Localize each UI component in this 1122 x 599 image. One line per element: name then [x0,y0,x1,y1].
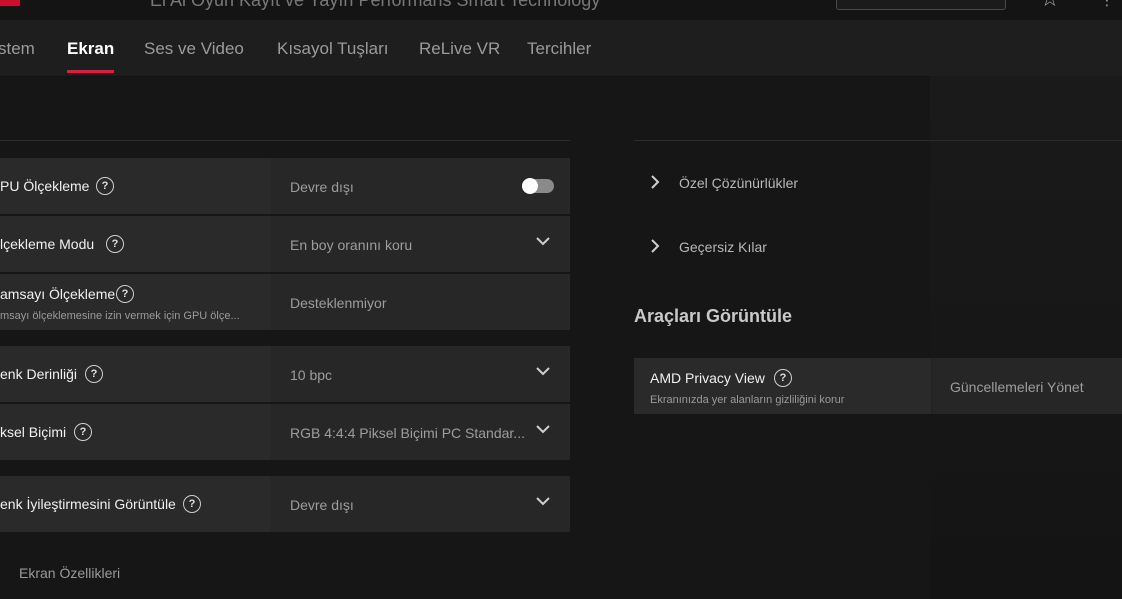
pixel-format-row: ksel Biçimi ? RGB 4:4:4 Piksel Biçimi PC… [0,404,570,460]
help-icon[interactable]: ? [183,495,201,513]
view-tools-heading: Araçları Görüntüle [634,306,793,326]
amd-logo-icon[interactable] [0,0,20,6]
chevron-down-icon [536,367,550,376]
tab-system[interactable]: stem [0,39,35,59]
color-depth-label-cell: enk Derinliği ? [0,346,271,402]
scaling-mode-label-cell: lçekleme Modu ? [0,216,271,272]
color-enhancement-dropdown[interactable]: Devre dışı [273,476,570,532]
integer-scaling-value: Desteklenmiyor [290,295,387,311]
chevron-down-icon [536,237,550,246]
divider [634,140,1122,141]
top-nav-items[interactable]: Ei Ai Oyun Kayıt ve Yayın Performans Sma… [150,0,600,11]
pixel-format-dropdown[interactable]: RGB 4:4:4 Piksel Biçimi PC Standar... [273,404,570,460]
chevron-right-icon[interactable] [650,175,660,189]
color-depth-value: 10 bpc [290,367,333,383]
gpu-scaling-label: PU Ölçekleme [0,178,90,194]
chevron-down-icon [536,425,550,434]
color-depth-label: enk Derinliği [0,366,78,382]
integer-scaling-label-cell: amsayı Ölçekleme ? msayı ölçeklemesine i… [0,274,271,330]
color-depth-row: enk Derinliği ? 10 bpc [0,346,570,402]
gpu-scaling-row: PU Ölçekleme ? Devre dışı [0,158,570,214]
color-enhancement-row: enk İyileştirmesini Görüntüle ? Devre dı… [0,476,570,532]
tab-display[interactable]: Ekran [67,39,115,73]
color-enhancement-label: enk İyileştirmesini Görüntüle [0,496,176,512]
active-tab-indicator [67,70,115,73]
integer-scaling-label: amsayı Ölçekleme [0,286,116,302]
gpu-scaling-toggle[interactable] [522,178,554,194]
help-icon[interactable]: ? [85,365,103,383]
manage-updates-label: Güncellemeleri Yönet [950,379,1084,395]
more-icon[interactable]: ⋮ [1100,0,1114,9]
help-icon[interactable]: ? [96,177,114,195]
help-icon[interactable]: ? [74,423,92,441]
scaling-mode-row: lçekleme Modu ? En boy oranını koru [0,216,570,272]
color-enhancement-value: Devre dışı [290,497,354,513]
privacy-view-label-cell: AMD Privacy View ? Ekranınızda yer alanl… [634,358,931,414]
manage-updates-button[interactable]: Güncellemeleri Yönet [933,358,1122,414]
privacy-view-subtitle: Ekranınızda yer alanların gizliliğini ko… [650,394,845,406]
help-icon[interactable]: ? [116,285,134,303]
pixel-format-label: ksel Biçimi [0,424,67,440]
chevron-right-icon[interactable] [650,239,660,253]
top-nav-bar: Ei Ai Oyun Kayıt ve Yayın Performans Sma… [0,0,1122,21]
color-enhancement-label-cell: enk İyileştirmesini Görüntüle ? [0,476,271,532]
color-depth-dropdown[interactable]: 10 bpc [273,346,570,402]
search-input[interactable] [836,0,1006,10]
chevron-down-icon [536,497,550,506]
toggle-knob [522,178,538,194]
gpu-scaling-value: Devre dışı [290,179,354,195]
tab-preferences[interactable]: Tercihler [527,39,591,59]
tab-audio-video[interactable]: Ses ve Video [144,39,244,59]
gpu-scaling-value-cell[interactable]: Devre dışı [273,158,570,214]
integer-scaling-value-cell: Desteklenmiyor [273,274,570,330]
privacy-view-row: AMD Privacy View ? Ekranınızda yer alanl… [634,358,1122,414]
help-icon[interactable]: ? [106,235,124,253]
display-specs-link[interactable]: Ekran Özellikleri [19,565,120,581]
privacy-view-title: AMD Privacy View [650,370,765,386]
tab-relive-vr[interactable]: ReLive VR [419,39,500,59]
divider [0,140,570,141]
overrides-link[interactable]: Geçersiz Kılar [679,239,767,255]
tab-hotkeys[interactable]: Kısayol Tuşları [277,39,389,59]
scaling-mode-dropdown[interactable]: En boy oranını koru [273,216,570,272]
pixel-format-value: RGB 4:4:4 Piksel Biçimi PC Standar... [290,425,525,441]
help-icon[interactable]: ? [774,369,792,387]
settings-tabs: stem Ekran Ses ve Video Kısayol Tuşları … [0,20,1122,77]
background-decoration [930,76,1122,599]
integer-scaling-row: amsayı Ölçekleme ? msayı ölçeklemesine i… [0,274,570,330]
gpu-scaling-label-cell: PU Ölçekleme ? [0,158,271,214]
custom-resolutions-link[interactable]: Özel Çözünürlükler [679,175,798,191]
integer-scaling-sublabel: msayı ölçeklemesine izin vermek için GPU… [0,310,240,322]
scaling-mode-value: En boy oranını koru [290,237,413,253]
star-icon[interactable]: ☆ [1040,0,1060,12]
pixel-format-label-cell: ksel Biçimi ? [0,404,271,460]
scaling-mode-label: lçekleme Modu [0,236,95,252]
